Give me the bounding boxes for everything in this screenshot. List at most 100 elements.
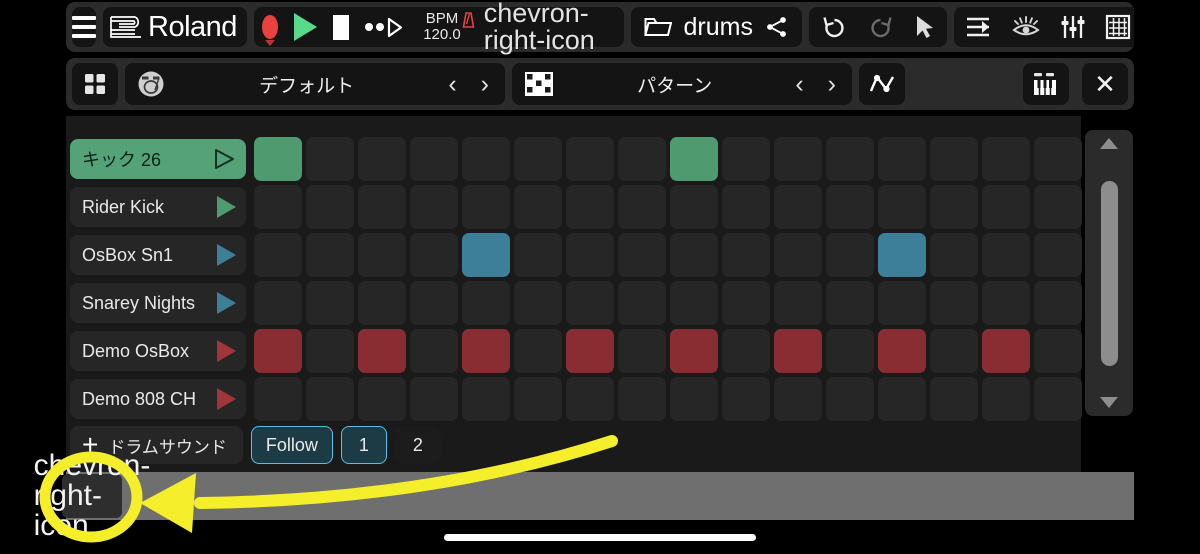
pattern-next-button[interactable]: ›	[828, 70, 836, 99]
step-cell-6-2[interactable]	[306, 377, 354, 421]
step-cell-1-4[interactable]	[410, 137, 458, 181]
track-preview-play-icon[interactable]	[217, 244, 236, 266]
step-cell-6-12[interactable]	[826, 377, 874, 421]
step-cell-4-16[interactable]	[1034, 281, 1082, 325]
step-cell-4-6[interactable]	[514, 281, 562, 325]
arrange-list-icon[interactable]	[966, 15, 992, 39]
step-cell-2-11[interactable]	[774, 185, 822, 229]
kit-prev-button[interactable]: ‹	[448, 70, 456, 99]
step-cell-5-15[interactable]	[982, 329, 1030, 373]
scrollbar-thumb[interactable]	[1100, 180, 1118, 366]
step-cell-5-4[interactable]	[410, 329, 458, 373]
step-cell-6-15[interactable]	[982, 377, 1030, 421]
step-cell-3-14[interactable]	[930, 233, 978, 277]
step-cell-4-10[interactable]	[722, 281, 770, 325]
track-header-1[interactable]: キック 26	[70, 139, 246, 179]
step-cell-6-11[interactable]	[774, 377, 822, 421]
step-cell-2-4[interactable]	[410, 185, 458, 229]
folder-icon[interactable]	[643, 16, 672, 38]
step-cell-1-1[interactable]	[254, 137, 302, 181]
step-cell-4-15[interactable]	[982, 281, 1030, 325]
track-header-4[interactable]: Snarey Nights	[70, 283, 246, 323]
step-cell-3-10[interactable]	[722, 233, 770, 277]
step-cell-1-2[interactable]	[306, 137, 354, 181]
step-cell-3-4[interactable]	[410, 233, 458, 277]
step-cell-6-7[interactable]	[566, 377, 614, 421]
step-cell-3-8[interactable]	[618, 233, 666, 277]
step-cell-5-11[interactable]	[774, 329, 822, 373]
step-cell-5-6[interactable]	[514, 329, 562, 373]
track-preview-play-icon[interactable]	[217, 196, 236, 218]
step-cell-5-2[interactable]	[306, 329, 354, 373]
bpm-control[interactable]: BPM 120.0 chevron-right-icon	[419, 0, 615, 54]
step-cell-3-2[interactable]	[306, 233, 354, 277]
step-cell-1-15[interactable]	[982, 137, 1030, 181]
step-cell-4-5[interactable]	[462, 281, 510, 325]
step-cell-2-14[interactable]	[930, 185, 978, 229]
step-cell-4-4[interactable]	[410, 281, 458, 325]
undo-icon[interactable]	[821, 14, 848, 40]
pattern-prev-button[interactable]: ‹	[795, 70, 803, 99]
step-cell-5-3[interactable]	[358, 329, 406, 373]
step-cell-1-9[interactable]	[670, 137, 718, 181]
vertical-scrollbar[interactable]	[1085, 130, 1133, 416]
step-cell-4-11[interactable]	[774, 281, 822, 325]
step-cell-6-16[interactable]	[1034, 377, 1082, 421]
step-cell-2-8[interactable]	[618, 185, 666, 229]
step-cell-4-1[interactable]	[254, 281, 302, 325]
step-cell-6-8[interactable]	[618, 377, 666, 421]
step-cell-6-13[interactable]	[878, 377, 926, 421]
bpm-expand-chevron-right-icon[interactable]: chevron-right-icon	[484, 0, 606, 54]
step-cell-3-11[interactable]	[774, 233, 822, 277]
four-squares-icon[interactable]	[72, 63, 118, 105]
track-preview-play-icon[interactable]	[217, 292, 236, 314]
step-cell-2-6[interactable]	[514, 185, 562, 229]
step-cell-6-4[interactable]	[410, 377, 458, 421]
step-cell-2-15[interactable]	[982, 185, 1030, 229]
hamburger-menu-icon[interactable]	[72, 7, 96, 47]
automation-curve-icon[interactable]	[859, 63, 905, 105]
grid-icon[interactable]	[1105, 14, 1131, 40]
track-header-6[interactable]: Demo 808 CH	[70, 379, 246, 419]
step-cell-5-7[interactable]	[566, 329, 614, 373]
project-name[interactable]: drums	[684, 13, 753, 42]
step-cell-4-8[interactable]	[618, 281, 666, 325]
mixer-faders-icon[interactable]	[1060, 14, 1086, 40]
step-cell-2-10[interactable]	[722, 185, 770, 229]
step-cell-6-6[interactable]	[514, 377, 562, 421]
step-cell-2-3[interactable]	[358, 185, 406, 229]
step-cell-5-16[interactable]	[1034, 329, 1082, 373]
step-cell-3-12[interactable]	[826, 233, 874, 277]
expand-panel-chevron-button[interactable]: chevron-right-icon	[34, 451, 151, 541]
step-cell-3-16[interactable]	[1034, 233, 1082, 277]
step-cell-6-14[interactable]	[930, 377, 978, 421]
track-header-3[interactable]: OsBox Sn1	[70, 235, 246, 275]
step-cell-6-1[interactable]	[254, 377, 302, 421]
step-cell-3-5[interactable]	[462, 233, 510, 277]
step-cell-5-14[interactable]	[930, 329, 978, 373]
step-cell-2-9[interactable]	[670, 185, 718, 229]
track-preview-play-icon[interactable]	[212, 147, 236, 171]
step-cell-3-15[interactable]	[982, 233, 1030, 277]
step-cell-5-9[interactable]	[670, 329, 718, 373]
record-icon[interactable]	[261, 15, 278, 39]
step-cell-1-8[interactable]	[618, 137, 666, 181]
step-cell-3-9[interactable]	[670, 233, 718, 277]
step-cell-3-6[interactable]	[514, 233, 562, 277]
track-header-2[interactable]: Rider Kick	[70, 187, 246, 227]
step-cell-1-12[interactable]	[826, 137, 874, 181]
step-cell-4-2[interactable]	[306, 281, 354, 325]
step-cell-2-13[interactable]	[878, 185, 926, 229]
step-cell-2-16[interactable]	[1034, 185, 1082, 229]
step-cell-5-13[interactable]	[878, 329, 926, 373]
step-cell-2-1[interactable]	[254, 185, 302, 229]
scroll-up-arrow-icon[interactable]	[1100, 138, 1118, 149]
step-cell-4-9[interactable]	[670, 281, 718, 325]
step-cell-5-12[interactable]	[826, 329, 874, 373]
pointer-arrow-icon[interactable]	[913, 14, 935, 40]
track-preview-play-icon[interactable]	[217, 340, 236, 362]
step-cell-4-14[interactable]	[930, 281, 978, 325]
follow-toggle[interactable]: Follow	[250, 426, 333, 464]
step-cell-3-7[interactable]	[566, 233, 614, 277]
step-cell-4-7[interactable]	[566, 281, 614, 325]
